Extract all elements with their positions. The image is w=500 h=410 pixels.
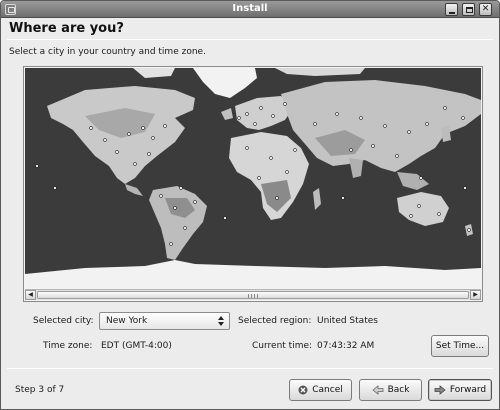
set-time-label: Set Time... xyxy=(435,341,485,351)
spinner-arrows-icon xyxy=(218,316,224,326)
selected-region-label: Selected region: xyxy=(238,316,312,326)
set-time-button[interactable]: Set Time... xyxy=(431,335,489,357)
header-divider xyxy=(7,39,493,40)
close-icon[interactable]: ✕ xyxy=(479,3,492,16)
forward-label: Forward xyxy=(449,385,487,395)
arrow-right-icon[interactable]: ▶ xyxy=(470,290,481,300)
title-bar[interactable]: Install ✕ xyxy=(1,1,499,18)
current-time-label: Current time: xyxy=(252,341,313,351)
selected-city-combo[interactable]: New York xyxy=(99,312,230,330)
time-zone-label: Time zone: xyxy=(43,341,93,351)
world-map-graphic[interactable] xyxy=(25,68,481,288)
window-title: Install xyxy=(232,3,268,14)
cancel-x-icon xyxy=(298,385,308,394)
back-label: Back xyxy=(387,385,410,395)
page-title: Where are you? xyxy=(9,21,124,36)
back-button[interactable]: Back xyxy=(359,379,422,401)
selected-city-label: Selected city: xyxy=(33,316,94,326)
footer-divider xyxy=(7,368,493,369)
current-time-value: 07:43:32 AM xyxy=(317,341,375,351)
step-indicator: Step 3 of 7 xyxy=(15,385,65,395)
installer-window: Install ✕ Where are you? Select a city i… xyxy=(0,0,500,410)
maximize-icon[interactable] xyxy=(462,3,475,16)
instruction-text: Select a city in your country and time z… xyxy=(9,47,206,57)
forward-arrow-icon xyxy=(434,384,446,395)
timezone-map-frame: ◀ ▶ xyxy=(23,66,483,302)
arrow-left-icon[interactable]: ◀ xyxy=(25,290,36,300)
selected-city-value: New York xyxy=(106,316,148,326)
back-arrow-icon xyxy=(371,384,383,395)
cancel-button[interactable]: Cancel xyxy=(289,379,352,401)
map-horizontal-scrollbar[interactable]: ◀ ▶ xyxy=(25,289,481,300)
forward-button[interactable]: Forward xyxy=(428,379,492,401)
minimize-icon[interactable] xyxy=(445,3,458,16)
time-zone-value: EDT (GMT-4:00) xyxy=(101,341,172,351)
world-map[interactable] xyxy=(25,68,481,288)
selected-region-value: United States xyxy=(317,316,378,326)
scrollbar-thumb[interactable] xyxy=(37,291,469,299)
cancel-label: Cancel xyxy=(312,385,343,395)
